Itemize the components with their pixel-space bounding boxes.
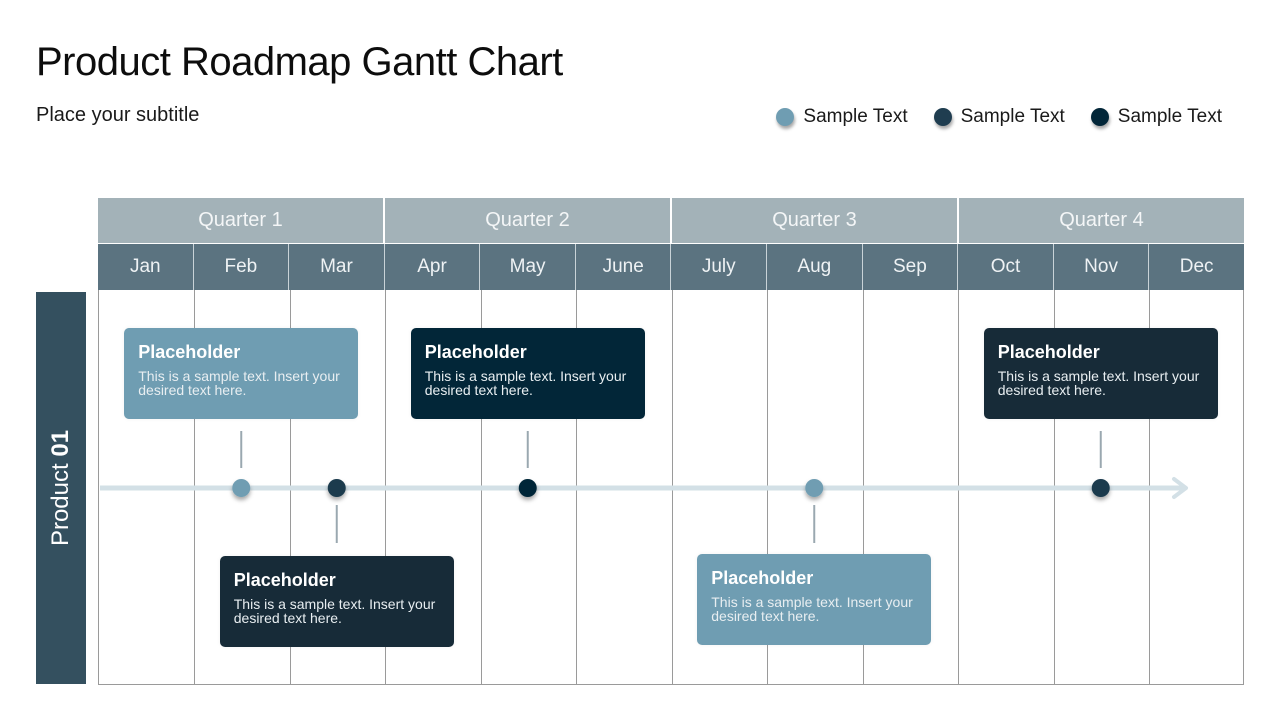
milestone-card: Placeholder This is a sample text. Insert… — [410, 328, 645, 419]
milestone-card-title: Placeholder — [424, 342, 527, 362]
legend: Sample Text Sample Text Sample Text — [776, 106, 1222, 128]
milestone-card-text: This is a sample text. Insert your desir… — [424, 368, 627, 398]
milestone-card: Placeholder This is a sample text. Insert… — [697, 554, 932, 645]
month-header: June — [575, 244, 672, 290]
month-gridline — [958, 290, 959, 684]
month-gridline — [671, 290, 673, 684]
legend-item: Sample Text — [776, 106, 908, 128]
month-header: Jan — [98, 244, 194, 290]
milestone-card-text: This is a sample text. Insert your desir… — [233, 596, 436, 626]
legend-dot-icon — [933, 108, 952, 126]
quarter-header: Quarter 3 — [672, 198, 959, 243]
milestone-card-title: Placeholder — [997, 342, 1100, 362]
milestone-card-title: Placeholder — [138, 342, 241, 362]
month-header: May — [480, 244, 576, 290]
row-label-prefix: Product — [47, 456, 74, 547]
month-header: Aug — [767, 244, 863, 290]
quarter-header: Quarter 4 — [959, 198, 1244, 243]
month-header: Feb — [193, 244, 290, 290]
milestone-card-title: Placeholder — [711, 568, 814, 588]
month-header: Nov — [1053, 244, 1150, 290]
month-header: Sep — [862, 244, 959, 290]
page-title: Product Roadmap Gantt Chart — [36, 40, 563, 84]
quarter-header: Quarter 2 — [385, 198, 672, 243]
legend-label: Sample Text — [1117, 106, 1222, 127]
row-label-text: Product 01 — [47, 430, 75, 546]
month-header: July — [671, 244, 768, 290]
legend-item: Sample Text — [933, 106, 1065, 128]
milestone-card: Placeholder This is a sample text. Insert… — [219, 556, 454, 647]
legend-item: Sample Text — [1090, 106, 1222, 128]
month-header: Apr — [384, 244, 481, 290]
milestone-card: Placeholder This is a sample text. Insert… — [983, 328, 1218, 419]
milestone-card-text: This is a sample text. Insert your desir… — [997, 368, 1200, 398]
legend-label: Sample Text — [960, 106, 1065, 127]
row-label-product: Product 01 — [36, 292, 86, 684]
month-header: Dec — [1149, 244, 1244, 290]
milestone-card-text: This is a sample text. Insert your desir… — [711, 594, 913, 624]
legend-dot-icon — [1090, 108, 1109, 126]
legend-label: Sample Text — [803, 106, 908, 127]
legend-dot-icon — [776, 108, 795, 126]
page-subtitle: Place your subtitle — [36, 104, 200, 126]
month-header-row: Jan Feb Mar Apr May June July Aug Sep Oct Nov Dec — [98, 244, 1244, 290]
milestone-card: Placeholder This is a sample text. Insert… — [124, 328, 359, 419]
month-header: Mar — [289, 244, 385, 290]
quarter-header: Quarter 1 — [98, 198, 385, 243]
quarter-header-row: Quarter 1 Quarter 2 Quarter 3 Quarter 4 — [98, 198, 1244, 243]
row-label-number: 01 — [47, 429, 74, 457]
month-header: Oct — [958, 244, 1054, 290]
milestone-card-text: This is a sample text. Insert your desir… — [138, 368, 340, 398]
milestone-card-title: Placeholder — [233, 570, 336, 590]
